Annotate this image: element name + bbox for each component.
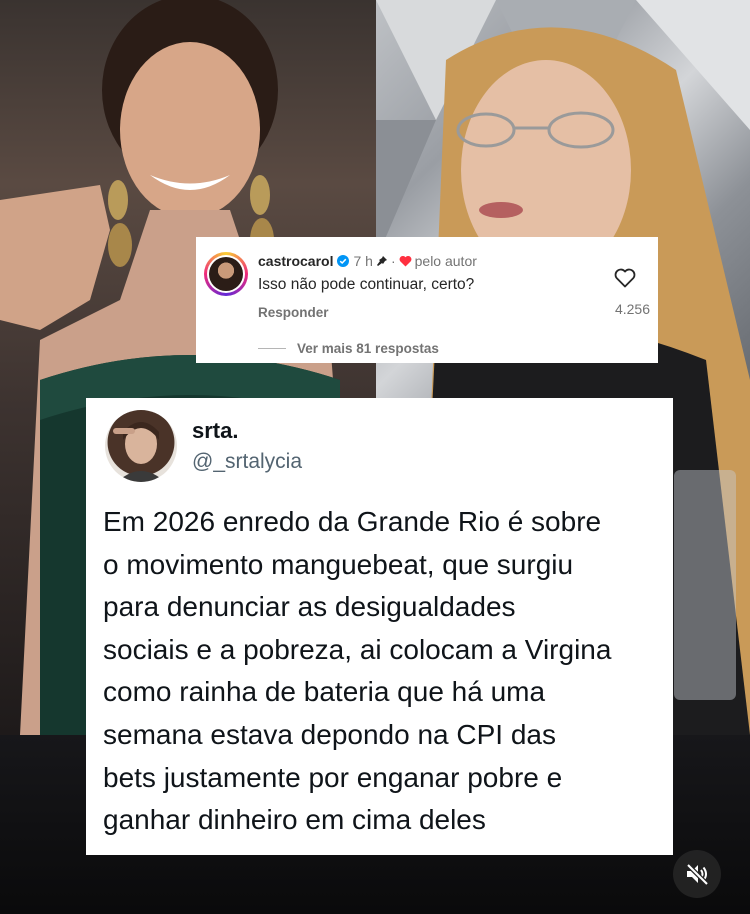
tweet-line: para denunciar as desigualdades [103, 591, 516, 623]
heart-filled-icon [399, 255, 412, 267]
liked-by-author-label: pelo autor [414, 253, 477, 269]
tweet-card: srta. @_srtalycia Em 2026 enredo da Gran… [86, 398, 673, 855]
commenter-avatar[interactable] [204, 252, 248, 296]
tweet-line: o movimento manguebeat, que surgiu [103, 548, 574, 580]
tweet-line: Em 2026 enredo da Grande Rio é sobre [103, 506, 602, 537]
verified-badge-icon [337, 255, 350, 267]
tweet-line: ganhar dinheiro em cima deles [103, 804, 486, 836]
tweet-line: semana estava depondo na CPI das [103, 718, 556, 750]
comment-separator: · [390, 253, 396, 269]
tweet-line: bets justamente por enganar pobre e [103, 761, 563, 793]
like-count: 4.256 [614, 301, 650, 317]
mute-toggle-button[interactable] [673, 850, 721, 898]
speaker-muted-icon [686, 863, 709, 886]
comment-time: 7 h [353, 253, 373, 269]
tweet-author-name: srta. [192, 418, 239, 443]
tweet-author-handle: @_srtalycia [192, 450, 303, 473]
reply-button[interactable]: Responder [258, 305, 329, 320]
pin-icon [376, 256, 387, 266]
heart-outline-icon[interactable] [614, 268, 636, 288]
tweet-line: sociais e a pobreza, ai colocam a Virgin… [103, 633, 612, 665]
comment-text: Isso não pode continuar, certo? [258, 276, 475, 293]
tweet-avatar-figure [113, 422, 165, 482]
replies-divider [258, 348, 286, 349]
tweet-text: Em 2026 enredo da Grande Rio é sobre o m… [103, 501, 663, 842]
pinned-comment-card: castrocarol 7 h · pelo autor Isso não po… [196, 237, 658, 363]
view-more-replies-button[interactable]: Ver mais 81 respostas [297, 341, 439, 356]
comment-username[interactable]: castrocarol [258, 253, 333, 269]
tweet-line: como rainha de bateria que há uma [103, 676, 546, 708]
tweet-author-avatar [105, 410, 177, 482]
comment-header: castrocarol 7 h · pelo autor [258, 253, 477, 269]
